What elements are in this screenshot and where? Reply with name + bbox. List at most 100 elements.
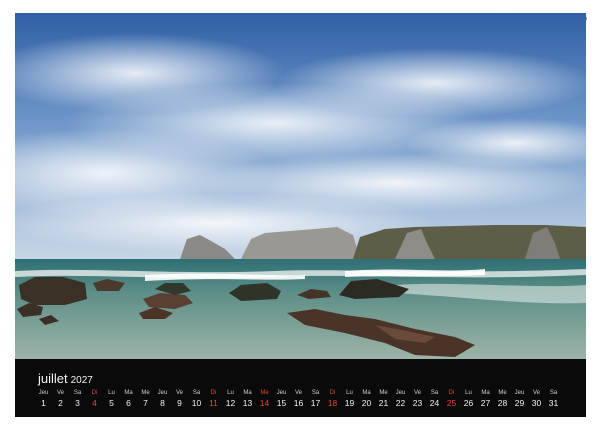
calendar-day: Jeu 29 bbox=[511, 389, 528, 409]
weekday-label: Di bbox=[329, 390, 336, 396]
weekday-label: Jeu bbox=[276, 390, 287, 396]
day-number: 28 bbox=[497, 398, 508, 408]
weekday-label: Me bbox=[379, 390, 388, 396]
day-number: 27 bbox=[480, 398, 491, 408]
calendar-day: Me 21 bbox=[375, 389, 392, 409]
day-number: 4 bbox=[92, 398, 97, 408]
weekday-label: Ve bbox=[413, 390, 421, 396]
calendar-day: Jeu 1 bbox=[35, 389, 52, 409]
day-number: 12 bbox=[225, 398, 236, 408]
weekday-label: Ma bbox=[362, 390, 371, 396]
weekday-label: Sa bbox=[192, 390, 201, 396]
weekday-label: Jeu bbox=[38, 390, 49, 396]
calendar-day: Jeu 8 bbox=[154, 389, 171, 409]
weekday-label: Ma bbox=[481, 390, 490, 396]
calendar-day: Di 4 bbox=[86, 389, 103, 409]
weekday-label: Sa bbox=[73, 390, 82, 396]
seascape-image bbox=[15, 13, 586, 359]
weekday-label: Lu bbox=[227, 390, 234, 396]
calendar-day: Jeu 22 bbox=[392, 389, 409, 409]
day-number: 25 bbox=[446, 398, 457, 408]
calendar-day: Sa 3 bbox=[69, 389, 86, 409]
weekday-label: Ve bbox=[294, 390, 302, 396]
calendar-day: Di 25 bbox=[443, 389, 460, 409]
coastal-photo bbox=[15, 13, 586, 359]
weekday-label: Lu bbox=[346, 390, 353, 396]
calendar-day: Ve 30 bbox=[528, 389, 545, 409]
calendar-day: Me 28 bbox=[494, 389, 511, 409]
day-number: 21 bbox=[378, 398, 389, 408]
calendar-day: Ve 16 bbox=[290, 389, 307, 409]
weekday-label: Lu bbox=[465, 390, 472, 396]
weekday-label: Ve bbox=[532, 390, 540, 396]
weekday-label: Me bbox=[260, 390, 269, 396]
day-number: 13 bbox=[242, 398, 253, 408]
day-number: 3 bbox=[75, 398, 80, 408]
calendar-day: Sa 31 bbox=[545, 389, 562, 409]
day-number: 30 bbox=[531, 398, 542, 408]
day-number: 17 bbox=[310, 398, 321, 408]
weekday-label: Di bbox=[448, 390, 455, 396]
day-number: 23 bbox=[412, 398, 423, 408]
day-number: 7 bbox=[143, 398, 148, 408]
weekday-label: Jeu bbox=[157, 390, 168, 396]
day-number: 15 bbox=[276, 398, 287, 408]
day-number: 22 bbox=[395, 398, 406, 408]
day-row: Jeu 1 Ve 2 Sa 3 Di 4 Lu 5 Ma 6 Me 7 Jeu 8 Ve 9 Sa 10 Di 11 Lu 1… bbox=[15, 389, 586, 413]
calendar-day: Lu 5 bbox=[103, 389, 120, 409]
calendar-day: Sa 17 bbox=[307, 389, 324, 409]
day-number: 31 bbox=[548, 398, 559, 408]
weekday-label: Di bbox=[210, 390, 217, 396]
calendar-day: Ma 20 bbox=[358, 389, 375, 409]
weekday-label: Sa bbox=[311, 390, 320, 396]
weekday-label: Me bbox=[498, 390, 507, 396]
day-number: 1 bbox=[41, 398, 46, 408]
calendar-day: Lu 19 bbox=[341, 389, 358, 409]
day-number: 26 bbox=[463, 398, 474, 408]
weekday-label: Jeu bbox=[514, 390, 525, 396]
weekday-label: Sa bbox=[430, 390, 439, 396]
day-number: 9 bbox=[177, 398, 182, 408]
month-title: juillet 2027 bbox=[38, 371, 93, 386]
calendar-day: Ve 2 bbox=[52, 389, 69, 409]
day-number: 19 bbox=[344, 398, 355, 408]
calendar-bar: juillet 2027 Jeu 1 Ve 2 Sa 3 Di 4 Lu 5 Ma 6 Me 7 Jeu 8 Ve… bbox=[15, 359, 586, 417]
calendar-day: Sa 24 bbox=[426, 389, 443, 409]
calendar-day: Me 14 bbox=[256, 389, 273, 409]
weekday-label: Ma bbox=[124, 390, 133, 396]
weekday-label: Ve bbox=[56, 390, 64, 396]
calendar-day: Lu 12 bbox=[222, 389, 239, 409]
weekday-label: Sa bbox=[549, 390, 558, 396]
calendar-day: Me 7 bbox=[137, 389, 154, 409]
day-number: 2 bbox=[58, 398, 63, 408]
weekday-label: Me bbox=[141, 390, 150, 396]
calendar-day: Jeu 15 bbox=[273, 389, 290, 409]
calendar-day: Di 18 bbox=[324, 389, 341, 409]
calendar-day: Ma 6 bbox=[120, 389, 137, 409]
day-number: 10 bbox=[191, 398, 202, 408]
day-number: 11 bbox=[209, 398, 218, 408]
calendar-day: Lu 26 bbox=[460, 389, 477, 409]
weekday-label: Lu bbox=[108, 390, 115, 396]
year-label: 2027 bbox=[70, 375, 93, 386]
calendar-day: Ma 27 bbox=[477, 389, 494, 409]
day-number: 20 bbox=[361, 398, 372, 408]
day-number: 16 bbox=[293, 398, 304, 408]
calendar-day: Ma 13 bbox=[239, 389, 256, 409]
day-number: 14 bbox=[259, 398, 270, 408]
calendar-day: Ve 23 bbox=[409, 389, 426, 409]
day-number: 5 bbox=[109, 398, 114, 408]
weekday-label: Jeu bbox=[395, 390, 406, 396]
weekday-label: Di bbox=[91, 390, 98, 396]
day-number: 29 bbox=[514, 398, 525, 408]
day-number: 8 bbox=[160, 398, 165, 408]
weekday-label: Ma bbox=[243, 390, 252, 396]
month-name: juillet bbox=[38, 371, 68, 386]
weekday-label: Ve bbox=[175, 390, 183, 396]
day-number: 18 bbox=[327, 398, 338, 408]
day-number: 24 bbox=[429, 398, 440, 408]
calendar-day: Di 11 bbox=[205, 389, 222, 409]
day-number: 6 bbox=[126, 398, 131, 408]
calendar-day: Sa 10 bbox=[188, 389, 205, 409]
calendar-day: Ve 9 bbox=[171, 389, 188, 409]
